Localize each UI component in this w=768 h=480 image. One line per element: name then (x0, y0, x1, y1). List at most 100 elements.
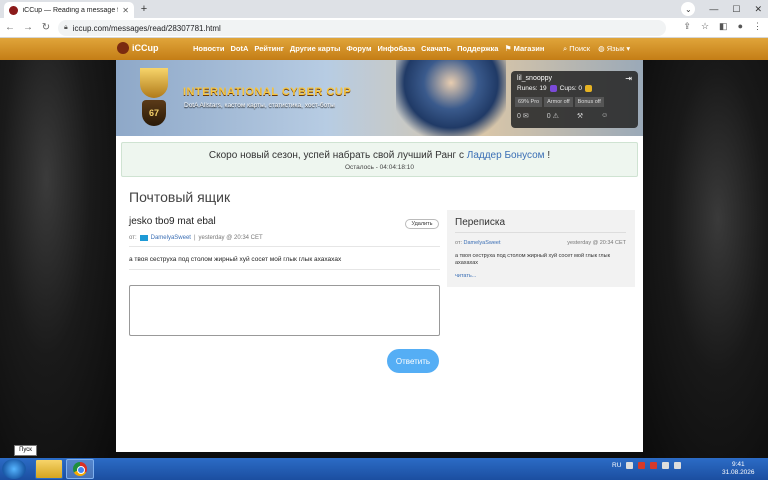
sidebar-from-label: от: (455, 240, 462, 246)
meta-separator: | (193, 235, 196, 241)
share-icon[interactable]: ⇪ (683, 21, 691, 32)
flag-icon[interactable] (650, 462, 658, 469)
main-content: Скоро новый сезон, успей набрать свой лу… (116, 136, 643, 452)
sidebar-title: Переписка (455, 217, 506, 228)
country-flag-icon (139, 235, 148, 241)
browser-tab[interactable]: iCCup — Reading a message fro ✕ (4, 2, 134, 18)
warning-icon: ⚠ (552, 113, 559, 120)
divider (455, 232, 626, 233)
trophy-cup (140, 68, 168, 98)
search-icon: ⌕ (563, 44, 568, 53)
url-field[interactable]: 🔒︎ iccup.com/messages/read/28307781.html (58, 20, 666, 36)
notice-text: Скоро новый сезон, успей набрать свой лу… (122, 150, 637, 161)
shield-icon[interactable] (638, 462, 646, 469)
nav-item-shop[interactable]: Магазин (514, 44, 545, 53)
chrome-icon (73, 462, 87, 476)
author-link[interactable]: DamelyaSweet (151, 235, 191, 241)
read-more-link[interactable]: читать... (455, 273, 476, 279)
nav-item-forum[interactable]: Форум (346, 44, 371, 53)
nav-item-news[interactable]: Новости (193, 44, 224, 53)
pro-chip[interactable]: 69% Pro (515, 97, 543, 107)
search-button[interactable]: ⌕ Поиск (563, 44, 590, 54)
nav-item-download[interactable]: Скачать (421, 44, 451, 53)
sidebar-message-preview: а твоя сеструха под столом жирный хуй со… (455, 253, 610, 266)
sidebar-date: yesterday @ 20:34 CET (567, 240, 626, 246)
banner-subtitle: DotA Allstars, кастом карты, статистика,… (184, 102, 335, 109)
menu-kebab-icon[interactable]: ⋮ (753, 21, 762, 32)
clock[interactable]: 9:41 31.08.2026 (722, 461, 755, 477)
tab-title: iCCup — Reading a message fro (22, 6, 119, 14)
browser-tab-bar: iCCup — Reading a message fro ✕ + ⌄ — ☐ … (0, 0, 768, 18)
message-body: а твоя сеструха под столом жирный хуй со… (129, 256, 342, 263)
delete-button[interactable]: Удалить (405, 219, 439, 229)
nav-item-infobase[interactable]: Инфобаза (378, 44, 416, 53)
notice-text-after: ! (547, 150, 551, 161)
nav-item-rating[interactable]: Рейтинг (254, 44, 284, 53)
nav-item-dota[interactable]: DotA (230, 44, 248, 53)
maximize-button[interactable]: ☐ (732, 4, 740, 15)
clock-time: 9:41 (731, 461, 745, 468)
mail-count: 0 (517, 113, 521, 120)
page-title: Почтовый ящик (129, 189, 231, 205)
language-label: Язык (606, 44, 625, 53)
logout-icon[interactable]: ⇥ (625, 74, 632, 83)
language-button[interactable]: ◍ Язык ▾ (598, 44, 630, 54)
volume-icon[interactable] (662, 462, 670, 469)
forward-arrow-icon[interactable]: → (20, 22, 36, 33)
bookmark-star-icon[interactable]: ☆ (701, 21, 709, 32)
alert-button[interactable]: 0 ⚠ (547, 112, 559, 120)
network-icon[interactable] (674, 462, 682, 469)
tab-search-chevron-icon[interactable]: ⌄ (681, 2, 696, 16)
background-art-right (643, 60, 768, 458)
start-button[interactable] (2, 459, 26, 479)
bonus-chip[interactable]: Bonus off (574, 97, 604, 107)
site-logo[interactable]: iCCup (117, 42, 159, 54)
user-status-row: 69% Pro Armor off Bonus off (515, 97, 604, 107)
reply-button[interactable]: Ответить (387, 349, 439, 373)
toolbar-actions: ⇪ ☆ ◧ ● ⋮ (683, 21, 762, 32)
back-arrow-icon[interactable]: ← (2, 22, 18, 33)
reload-icon[interactable]: ↻ (38, 22, 54, 33)
user-avatar-icon[interactable]: ☺ (601, 112, 608, 120)
windows-taskbar: RU 9:41 31.08.2026 (0, 458, 768, 480)
window-controls: ⌄ — ☐ ✕ (681, 2, 762, 16)
from-label: от: (129, 235, 137, 241)
site-favicon-icon (9, 5, 18, 15)
site-navigation: iCCup Новости DotA Рейтинг Другие карты … (0, 38, 768, 60)
user-panel: lil_snooppy ⇥ Runes: 19 Cups: 0 69% Pro … (511, 71, 638, 128)
nav-item-other-maps[interactable]: Другие карты (290, 44, 340, 53)
rune-icon (549, 85, 557, 92)
explorer-taskbar-icon[interactable] (35, 459, 63, 479)
language-indicator[interactable]: RU (612, 462, 621, 469)
clock-date: 31.08.2026 (722, 469, 755, 476)
divider (129, 246, 440, 247)
message-title: jesko tbo9 mat ebal (129, 216, 216, 227)
iccup-logo-icon (117, 42, 129, 54)
wrench-icon[interactable]: ⚒ (577, 112, 583, 120)
mail-button[interactable]: 0 ✉ (517, 112, 529, 120)
chrome-taskbar-button[interactable] (66, 459, 94, 479)
side-panel-icon[interactable]: ◧ (719, 21, 728, 32)
alert-count: 0 (546, 113, 551, 120)
profile-icon[interactable]: ● (738, 21, 743, 32)
reply-textarea[interactable] (129, 285, 440, 336)
cups-label: Cups: 0 (559, 85, 583, 92)
url-text: iccup.com/messages/read/28307781.html (72, 23, 221, 33)
lock-icon: 🔒︎ (64, 24, 68, 31)
new-tab-button[interactable]: + (137, 2, 151, 16)
background-art-left (0, 60, 116, 458)
nav-item-support[interactable]: Поддержка (457, 44, 498, 53)
help-icon[interactable] (626, 462, 634, 469)
user-action-icons: 0 ✉ 0 ⚠ ⚒ ☺ (517, 112, 608, 120)
main-menu: Новости DotA Рейтинг Другие карты Форум … (193, 44, 550, 53)
notice-text-before: Скоро новый сезон, успей набрать свой лу… (208, 150, 464, 161)
minimize-button[interactable]: — (709, 4, 718, 14)
tab-close-icon[interactable]: ✕ (122, 6, 129, 15)
start-tooltip: Пуск (14, 445, 37, 456)
divider (129, 269, 440, 270)
username[interactable]: lil_snooppy (517, 75, 552, 82)
ladder-bonus-link[interactable]: Ладдер Бонусом (467, 150, 545, 161)
armor-chip[interactable]: Armor off (544, 97, 573, 107)
sidebar-author-link[interactable]: DamelyaSweet (464, 240, 501, 246)
close-window-button[interactable]: ✕ (754, 4, 762, 15)
